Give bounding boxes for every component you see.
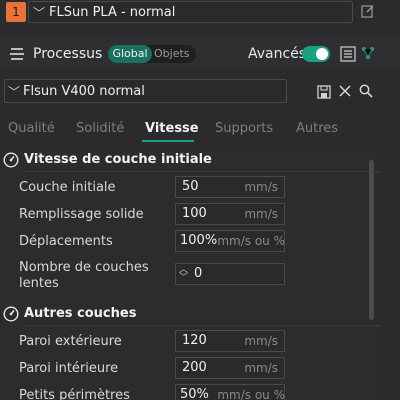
- chevron-down-icon: ﹀: [8, 85, 21, 99]
- process-preset-label: Flsun V400 normal: [23, 84, 145, 99]
- section-title: Vitesse de couche initiale: [24, 152, 212, 167]
- setting-input-slow-layers[interactable]: ︿ ﹀ 0: [175, 263, 285, 285]
- scrollbar-thumb[interactable]: [369, 160, 374, 320]
- setting-label-line2: lentes: [19, 276, 59, 291]
- setting-row-solid-infill: Remplissage solide 100 mm/s: [0, 203, 380, 229]
- search-icon[interactable]: [359, 84, 373, 98]
- advanced-label: Avancés: [248, 46, 307, 62]
- setting-label: Déplacements: [19, 234, 113, 249]
- stepper-icon[interactable]: ︿ ﹀: [179, 266, 188, 283]
- setting-unit: mm/s: [244, 361, 278, 375]
- setting-unit: mm/s: [244, 180, 278, 194]
- scrollbar-track: [381, 146, 400, 400]
- setting-value: 0: [194, 266, 203, 281]
- setting-label: Paroi extérieure: [19, 334, 122, 349]
- setting-label: Paroi intérieure: [19, 361, 119, 376]
- process-preset-select[interactable]: ﹀ Flsun V400 normal: [4, 79, 287, 103]
- setting-row-inner-wall: Paroi intérieure 200 mm/s: [0, 357, 380, 383]
- setting-input-small-perimeters[interactable]: 50% mm/s ou %: [175, 384, 285, 400]
- section-title: Autres couches: [24, 306, 137, 321]
- setting-label: Remplissage solide: [19, 207, 144, 222]
- tab-supports[interactable]: Supports: [215, 121, 273, 136]
- setting-row-slow-layers: Nombre de couches lentes ︿ ﹀ 0: [0, 260, 380, 294]
- switch-knob: [316, 48, 328, 60]
- settings-content: Vitesse de couche initiale Couche initia…: [0, 146, 380, 400]
- section-divider: [24, 325, 380, 326]
- speedometer-icon: [3, 152, 19, 168]
- section-header-initial-layer-speed: Vitesse de couche initiale: [0, 148, 380, 172]
- setting-value: 100%: [180, 233, 218, 248]
- setting-value: 200: [182, 360, 207, 375]
- scope-toggle: Global Objets: [108, 45, 196, 63]
- edit-icon[interactable]: [361, 4, 375, 18]
- speedometer-icon: [3, 306, 19, 322]
- setting-input-initial-layer[interactable]: 50 mm/s: [175, 176, 285, 198]
- section-divider: [24, 171, 380, 172]
- active-tab-indicator: [142, 140, 194, 142]
- tab-strength[interactable]: Solidité: [76, 121, 124, 136]
- setting-unit: mm/s: [244, 207, 278, 221]
- close-icon[interactable]: [339, 85, 351, 97]
- save-icon[interactable]: [317, 85, 331, 99]
- chevron-down-icon: ﹀: [33, 6, 46, 20]
- setting-input-inner-wall[interactable]: 200 mm/s: [175, 357, 285, 379]
- setting-value: 50: [182, 179, 199, 194]
- tab-quality[interactable]: Qualité: [8, 121, 55, 136]
- scope-global-button[interactable]: Global: [108, 45, 152, 63]
- settings-tabs: Qualité Solidité Vitesse Supports Autres: [0, 118, 400, 142]
- scope-objects-button[interactable]: Objets: [154, 45, 190, 63]
- section-header-other-layers: Autres couches: [0, 302, 380, 326]
- process-title: Processus: [33, 46, 103, 62]
- setting-unit: mm/s ou %: [217, 388, 285, 400]
- filament-row: 1 ﹀ FLSun PLA - normal: [0, 0, 400, 26]
- setting-value: 50%: [180, 387, 209, 400]
- advanced-switch[interactable]: [302, 46, 330, 62]
- setting-row-initial-layer: Couche initiale 50 mm/s: [0, 176, 380, 202]
- filament-preset-select[interactable]: ﹀ FLSun PLA - normal: [28, 1, 353, 23]
- setting-unit: mm/s ou %: [217, 234, 285, 248]
- setting-input-outer-wall[interactable]: 120 mm/s: [175, 330, 285, 352]
- setting-label-line1: Nombre de couches: [19, 260, 149, 275]
- setting-value: 100: [182, 206, 207, 221]
- setting-unit: mm/s: [244, 334, 278, 348]
- list-icon[interactable]: [340, 46, 356, 62]
- process-icon: [10, 48, 24, 60]
- setting-row-small-perimeters: Petits périmètres 50% mm/s ou %: [0, 384, 380, 400]
- network-icon[interactable]: [361, 46, 375, 60]
- setting-label: Nombre de couches lentes: [19, 260, 149, 292]
- setting-value: 120: [182, 333, 207, 348]
- filament-preset-label: FLSun PLA - normal: [49, 5, 176, 20]
- process-preset-row: ﹀ Flsun V400 normal: [0, 78, 400, 108]
- setting-input-travel[interactable]: 100% mm/s ou %: [175, 230, 285, 252]
- setting-label: Petits périmètres: [19, 388, 130, 400]
- filament-index-badge: 1: [6, 2, 26, 22]
- setting-input-solid-infill[interactable]: 100 mm/s: [175, 203, 285, 225]
- tab-others[interactable]: Autres: [296, 121, 338, 136]
- process-bar: Processus Global Objets Avancés: [0, 38, 400, 70]
- setting-row-outer-wall: Paroi extérieure 120 mm/s: [0, 330, 380, 356]
- setting-label: Couche initiale: [19, 180, 116, 195]
- tab-speed[interactable]: Vitesse: [145, 121, 199, 136]
- setting-row-travel: Déplacements 100% mm/s ou %: [0, 230, 380, 256]
